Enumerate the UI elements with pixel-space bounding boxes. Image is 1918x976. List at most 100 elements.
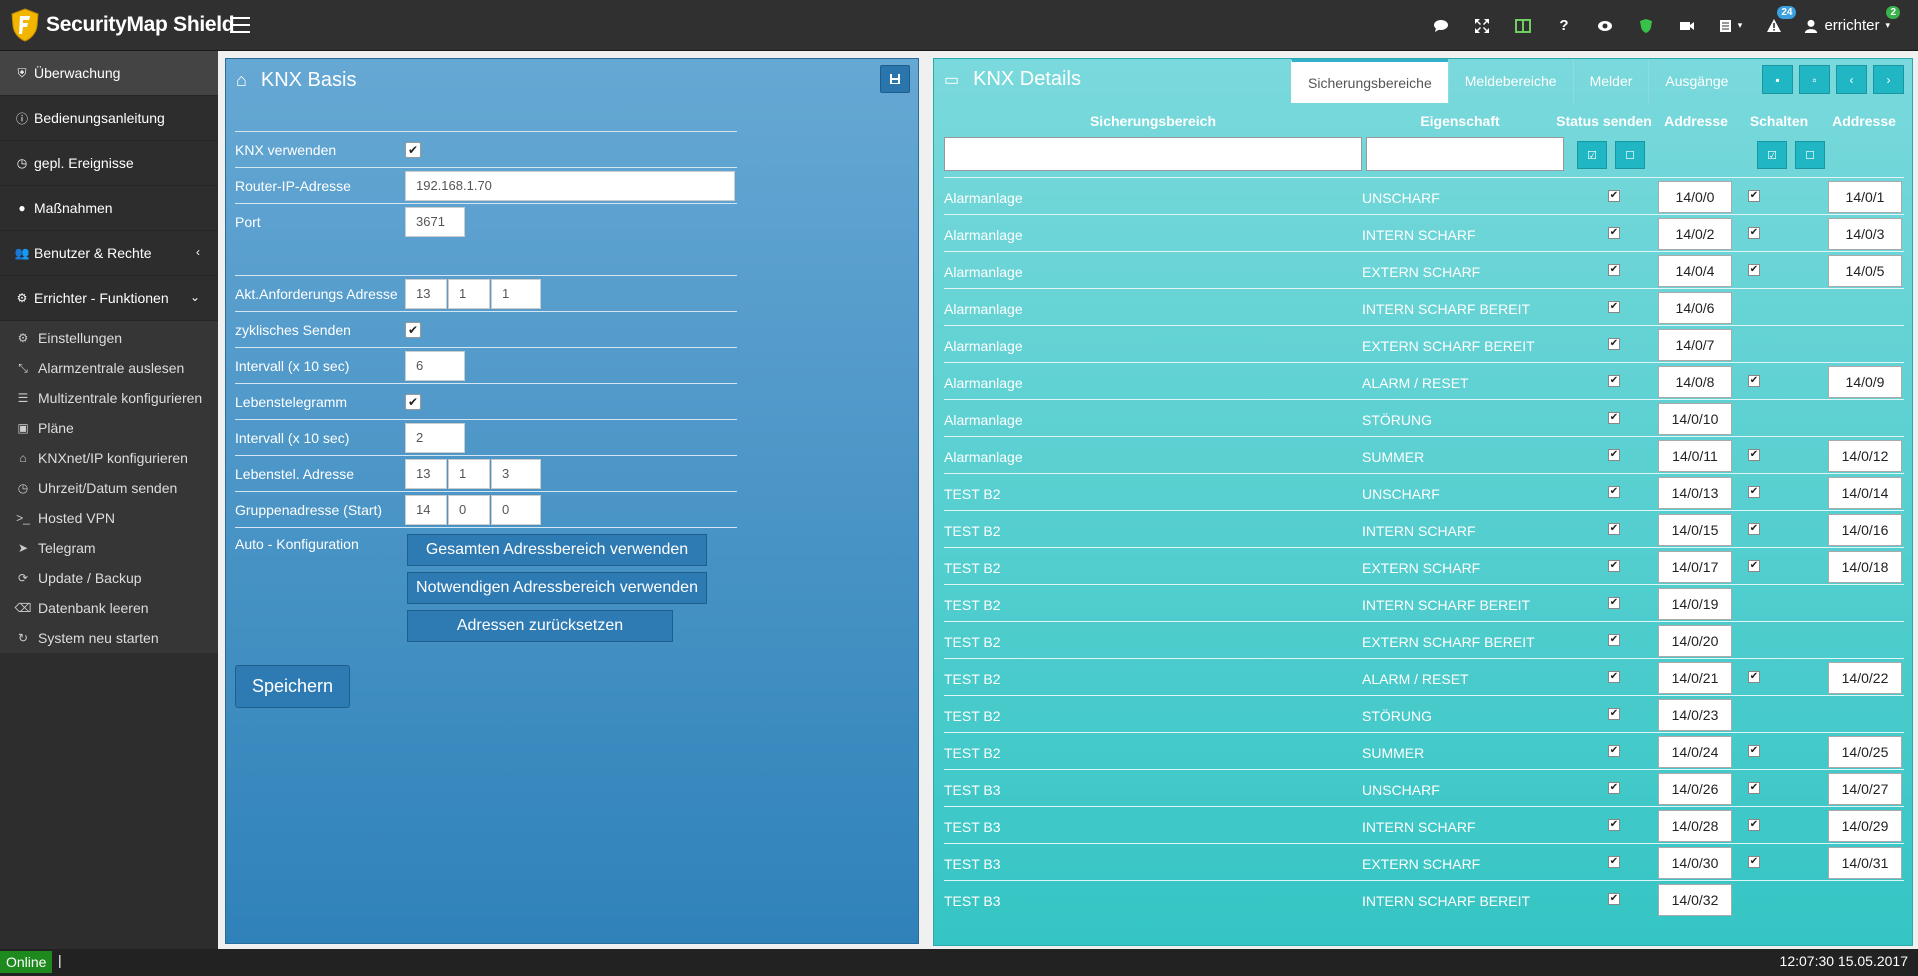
- status-senden-checkbox[interactable]: ✔: [1608, 856, 1620, 868]
- tab-meldebereiche[interactable]: Meldebereiche: [1447, 59, 1573, 103]
- sidebar-subitem-einstellungen[interactable]: ⚙ Einstellungen: [0, 323, 218, 353]
- gruppe-main-input[interactable]: 14: [405, 494, 447, 525]
- app-logo[interactable]: SecurityMap Shield: [10, 8, 235, 42]
- sidebar-item-bedienungsanleitung[interactable]: ⓘ Bedienungsanleitung: [0, 96, 218, 141]
- schalten-checkbox[interactable]: ✔: [1748, 671, 1760, 683]
- check-all-status-button[interactable]: ☑: [1577, 141, 1607, 169]
- schalten-address-input[interactable]: 14/0/5: [1828, 255, 1902, 287]
- status-address-input[interactable]: 14/0/13: [1658, 477, 1732, 509]
- user-menu[interactable]: errichter ▾ 2: [1794, 0, 1900, 51]
- schalten-address-input[interactable]: 14/0/31: [1828, 847, 1902, 879]
- adressen-zuruecksetzen-button[interactable]: Adressen zurücksetzen: [407, 610, 673, 642]
- schalten-checkbox[interactable]: ✔: [1748, 819, 1760, 831]
- alert-icon[interactable]: 24: [1753, 0, 1797, 51]
- tab-melder[interactable]: Melder: [1572, 59, 1649, 103]
- save-icon-button[interactable]: [880, 65, 910, 93]
- schalten-checkbox[interactable]: ✔: [1748, 190, 1760, 202]
- sidebar-subitem-multizentrale[interactable]: ☰ Multizentrale konfigurieren: [0, 383, 218, 413]
- port-input[interactable]: 3671: [405, 206, 465, 237]
- status-address-input[interactable]: 14/0/2: [1658, 218, 1732, 250]
- schalten-checkbox[interactable]: ✔: [1748, 782, 1760, 794]
- schalten-address-input[interactable]: 14/0/16: [1828, 514, 1902, 546]
- schalten-checkbox[interactable]: ✔: [1748, 264, 1760, 276]
- schalten-address-input[interactable]: 14/0/14: [1828, 477, 1902, 509]
- list-dropdown-icon[interactable]: ▾: [1707, 0, 1753, 51]
- sidebar-subitem-hosted-vpn[interactable]: >_ Hosted VPN: [0, 503, 218, 533]
- filter-sicherungsbereich-input[interactable]: [944, 137, 1362, 171]
- status-senden-checkbox[interactable]: ✔: [1608, 597, 1620, 609]
- schalten-checkbox[interactable]: ✔: [1748, 486, 1760, 498]
- status-address-input[interactable]: 14/0/15: [1658, 514, 1732, 546]
- status-address-input[interactable]: 14/0/26: [1658, 773, 1732, 805]
- save-icon-button[interactable]: ▪: [1762, 65, 1793, 94]
- status-address-input[interactable]: 14/0/17: [1658, 551, 1732, 583]
- zyklisch-checkbox[interactable]: ✔: [405, 321, 421, 338]
- file-icon-button[interactable]: ▫: [1799, 65, 1830, 94]
- schalten-address-input[interactable]: 14/0/27: [1828, 773, 1902, 805]
- lebens-addr-main-input[interactable]: 13: [405, 458, 447, 489]
- tab-ausgaenge[interactable]: Ausgänge: [1648, 59, 1744, 103]
- speichern-button[interactable]: Speichern: [235, 665, 350, 708]
- sidebar-subitem-alarmzentrale[interactable]: ⤡ Alarmzentrale auslesen: [0, 353, 218, 383]
- sidebar-subitem-datenbank[interactable]: ⌫ Datenbank leeren: [0, 593, 218, 623]
- schalten-address-input[interactable]: 14/0/29: [1828, 810, 1902, 842]
- sidebar-subitem-neustart[interactable]: ↻ System neu starten: [0, 623, 218, 653]
- schalten-address-input[interactable]: 14/0/25: [1828, 736, 1902, 768]
- status-senden-checkbox[interactable]: ✔: [1608, 449, 1620, 461]
- fullscreen-icon[interactable]: [1461, 0, 1502, 51]
- status-senden-checkbox[interactable]: ✔: [1608, 338, 1620, 350]
- sidebar-item-errichter-funktionen[interactable]: ⚙ Errichter - Funktionen ⌄: [0, 276, 218, 321]
- schalten-address-input[interactable]: 14/0/1: [1828, 181, 1902, 213]
- status-senden-checkbox[interactable]: ✔: [1608, 523, 1620, 535]
- filter-eigenschaft-input[interactable]: [1366, 137, 1564, 171]
- camera-icon[interactable]: [1666, 0, 1707, 51]
- status-address-input[interactable]: 14/0/6: [1658, 292, 1732, 324]
- sidebar-subitem-telegram[interactable]: ➤ Telegram: [0, 533, 218, 563]
- chat-icon[interactable]: [1420, 0, 1461, 51]
- status-address-input[interactable]: 14/0/32: [1658, 884, 1732, 916]
- schalten-checkbox[interactable]: ✔: [1748, 449, 1760, 461]
- status-senden-checkbox[interactable]: ✔: [1608, 486, 1620, 498]
- status-senden-checkbox[interactable]: ✔: [1608, 708, 1620, 720]
- schalten-checkbox[interactable]: ✔: [1748, 523, 1760, 535]
- tab-sicherungsbereiche[interactable]: Sicherungsbereiche: [1291, 59, 1448, 103]
- status-address-input[interactable]: 14/0/23: [1658, 699, 1732, 731]
- uncheck-all-schalten-button[interactable]: ☐: [1795, 141, 1825, 169]
- sidebar-item-ueberwachung[interactable]: ⛨ Überwachung: [0, 51, 218, 96]
- knx-verwenden-checkbox[interactable]: ✔: [405, 141, 421, 158]
- next-page-button[interactable]: ›: [1873, 65, 1904, 94]
- schalten-address-input[interactable]: 14/0/9: [1828, 366, 1902, 398]
- status-senden-checkbox[interactable]: ✔: [1608, 893, 1620, 905]
- shield-status-icon[interactable]: [1625, 0, 1666, 51]
- schalten-checkbox[interactable]: ✔: [1748, 856, 1760, 868]
- notwendigen-adressbereich-button[interactable]: Notwendigen Adressbereich verwenden: [407, 572, 707, 604]
- sidebar-item-massnahmen[interactable]: ● Maßnahmen: [0, 186, 218, 231]
- schalten-checkbox[interactable]: ✔: [1748, 745, 1760, 757]
- menu-toggle-icon[interactable]: [230, 17, 250, 33]
- status-address-input[interactable]: 14/0/30: [1658, 847, 1732, 879]
- sidebar-item-gepl-ereignisse[interactable]: ◷ gepl. Ereignisse: [0, 141, 218, 186]
- schalten-address-input[interactable]: 14/0/18: [1828, 551, 1902, 583]
- sidebar-subitem-plaene[interactable]: ▣ Pläne: [0, 413, 218, 443]
- status-address-input[interactable]: 14/0/24: [1658, 736, 1732, 768]
- akt-anf-main-input[interactable]: 13: [405, 278, 447, 309]
- status-senden-checkbox[interactable]: ✔: [1608, 671, 1620, 683]
- sidebar-subitem-uhrzeit[interactable]: ◷ Uhrzeit/Datum senden: [0, 473, 218, 503]
- akt-anf-sub-input[interactable]: 1: [491, 278, 541, 309]
- status-senden-checkbox[interactable]: ✔: [1608, 301, 1620, 313]
- status-address-input[interactable]: 14/0/19: [1658, 588, 1732, 620]
- help-icon[interactable]: ?: [1543, 0, 1584, 51]
- status-address-input[interactable]: 14/0/7: [1658, 329, 1732, 361]
- check-all-schalten-button[interactable]: ☑: [1757, 141, 1787, 169]
- lebens-addr-sub-input[interactable]: 3: [491, 458, 541, 489]
- status-address-input[interactable]: 14/0/10: [1658, 403, 1732, 435]
- sidebar-subitem-knxnet[interactable]: ⌂ KNXnet/IP konfigurieren: [0, 443, 218, 473]
- status-address-input[interactable]: 14/0/11: [1658, 440, 1732, 472]
- prev-page-button[interactable]: ‹: [1836, 65, 1867, 94]
- status-senden-checkbox[interactable]: ✔: [1608, 634, 1620, 646]
- gruppe-sub-input[interactable]: 0: [491, 494, 541, 525]
- sidebar-item-benutzer-rechte[interactable]: 👥 Benutzer & Rechte ‹: [0, 231, 218, 276]
- status-address-input[interactable]: 14/0/8: [1658, 366, 1732, 398]
- status-senden-checkbox[interactable]: ✔: [1608, 412, 1620, 424]
- status-senden-checkbox[interactable]: ✔: [1608, 264, 1620, 276]
